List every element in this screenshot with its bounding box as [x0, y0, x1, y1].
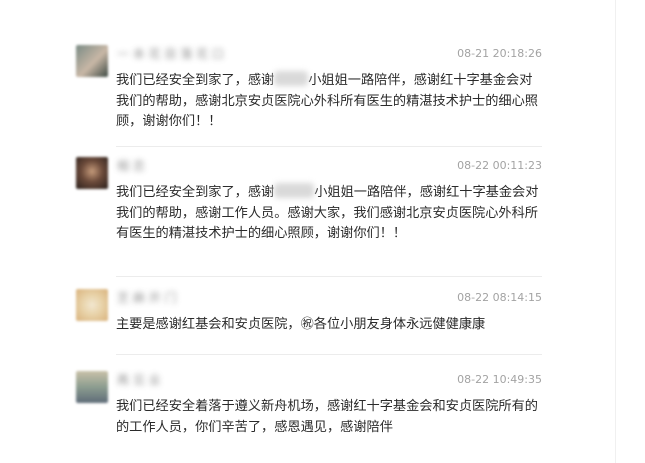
timestamp: 08-22 00:11:23: [457, 159, 542, 172]
avatar-image: [76, 157, 108, 189]
panel-edge: [615, 0, 616, 463]
divider: [116, 146, 542, 147]
comment-item: 芝 麻 开 门 08-22 08:14:15 主要是感谢红基会和安贞医院，㊗各位…: [76, 289, 542, 339]
avatar-image: [76, 289, 108, 321]
avatar[interactable]: [76, 289, 108, 321]
divider: [116, 276, 542, 277]
divider: [116, 354, 542, 355]
comment-text: 我们已经安全到家了，感谢 小姐姐一路陪伴，感谢红十字基金会对我们的帮助，感谢工作人…: [116, 183, 540, 245]
comment-item: 再 见 业 08-22 10:49:35 我们已经安全着落于遵义新舟机场，感谢红…: [76, 371, 542, 441]
comment-text: 主要是感谢红基会和安贞医院，㊗各位小朋友身体永远健健康康: [116, 317, 486, 332]
username[interactable]: 芝 麻 开 门: [117, 291, 176, 305]
comment-text-part: 我们已经安全到家了，感谢: [116, 185, 275, 200]
username[interactable]: 一 本 花 目 落 花 口: [117, 47, 224, 61]
comment-text: 我们已经安全到家了，感谢 小姐姐一路陪伴，感谢红十字基金会对我们的帮助，感谢北京安…: [116, 71, 540, 133]
timestamp: 08-21 20:18:26: [457, 47, 542, 60]
avatar-image: [76, 45, 108, 77]
comment-text-part: 我们已经安全到家了，感谢: [116, 73, 275, 88]
username[interactable]: 再 见 业: [117, 373, 161, 387]
avatar[interactable]: [76, 45, 108, 77]
avatar-image: [76, 371, 108, 403]
avatar[interactable]: [76, 157, 108, 189]
comment-item: 相 恋 08-22 00:11:23 我们已经安全到家了，感谢 小姐姐一路陪伴，感…: [76, 157, 542, 267]
redacted-name: [274, 183, 315, 198]
comment-list: 一 本 花 目 落 花 口 08-21 20:18:26 我们已经安全到家了，感…: [0, 0, 645, 463]
username[interactable]: 相 恋: [117, 159, 145, 173]
timestamp: 08-22 10:49:35: [457, 373, 542, 386]
avatar[interactable]: [76, 371, 108, 403]
comment-text: 我们已经安全着落于遵义新舟机场，感谢红十字基金会和安贞医院所有的的工作人员，你们…: [116, 399, 538, 435]
redacted-name: [274, 71, 309, 86]
timestamp: 08-22 08:14:15: [457, 291, 542, 304]
comment-item: 一 本 花 目 落 花 口 08-21 20:18:26 我们已经安全到家了，感…: [76, 45, 542, 135]
